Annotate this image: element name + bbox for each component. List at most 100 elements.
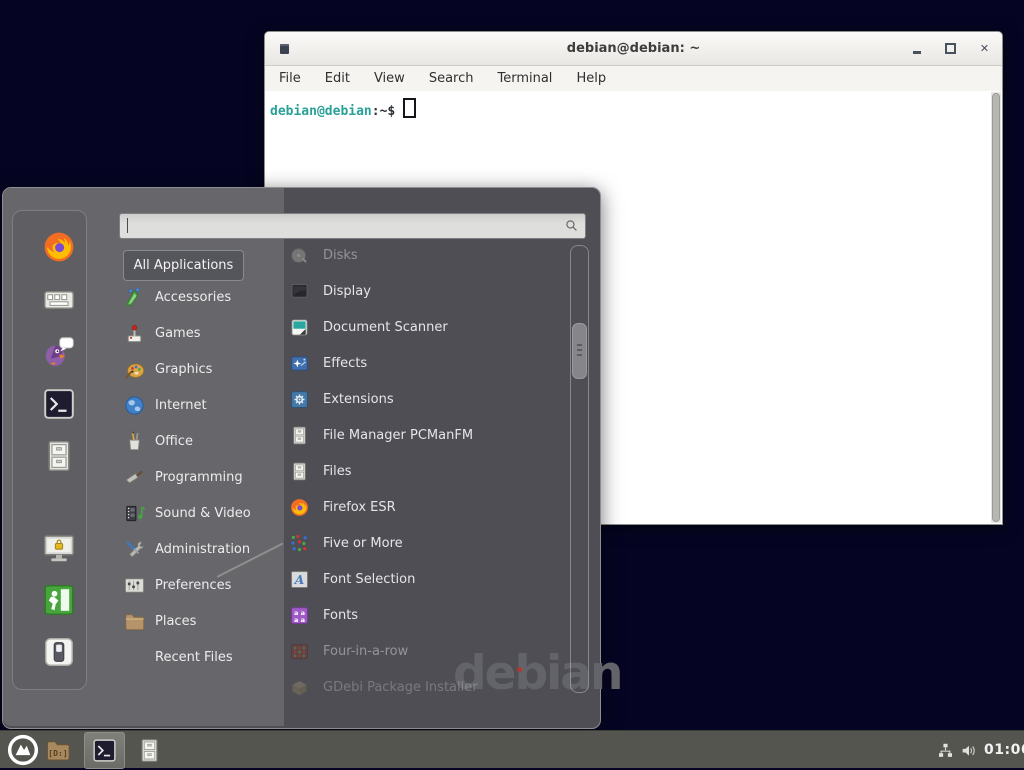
- five-or-more-icon: [289, 533, 310, 554]
- menu-launcher-button[interactable]: [7, 734, 39, 766]
- category-administration[interactable]: Administration: [123, 531, 285, 567]
- terminal-titlebar[interactable]: debian@debian: ~ ✕: [265, 32, 1002, 66]
- app-file-manager-pcmanfm[interactable]: File Manager PCManFM: [289, 417, 572, 453]
- taskbar-window-files[interactable]: [133, 734, 165, 766]
- volume-icon: [959, 741, 979, 760]
- menu-search[interactable]: Search: [429, 71, 474, 86]
- application-list: Disks Display Document Scanner Effects E…: [289, 237, 572, 705]
- category-graphics[interactable]: Graphics: [123, 351, 285, 387]
- app-document-scanner[interactable]: Document Scanner: [289, 309, 572, 345]
- all-applications-button[interactable]: All Applications: [123, 250, 244, 281]
- minimize-button[interactable]: [911, 43, 922, 54]
- administration-icon: [123, 538, 146, 561]
- menu-edit[interactable]: Edit: [325, 71, 350, 86]
- favorite-firefox[interactable]: [41, 229, 77, 265]
- category-games[interactable]: Games: [123, 315, 285, 351]
- firefox-icon: [41, 229, 77, 265]
- app-disks[interactable]: Disks: [289, 237, 572, 273]
- file-cabinet-icon: [289, 461, 310, 482]
- taskbar: 01:06: [0, 730, 1024, 768]
- games-icon: [123, 322, 146, 345]
- terminal-icon: [41, 386, 77, 422]
- prompt-user-host: debian@debian: [270, 104, 372, 119]
- app-display[interactable]: Display: [289, 273, 572, 309]
- volume-tray-icon[interactable]: [959, 741, 979, 760]
- terminal-scrollbar-thumb[interactable]: [992, 93, 1000, 522]
- extensions-icon: [289, 389, 310, 410]
- app-files[interactable]: Files: [289, 453, 572, 489]
- favorite-file-manager[interactable]: [41, 438, 77, 474]
- office-icon: [123, 430, 146, 453]
- close-button[interactable]: ✕: [979, 43, 990, 54]
- app-extensions[interactable]: Extensions: [289, 381, 572, 417]
- preferences-icon: [123, 574, 146, 597]
- menu-help[interactable]: Help: [576, 71, 606, 86]
- category-recent-files[interactable]: Recent Files: [123, 639, 285, 675]
- app-firefox-esr[interactable]: Firefox ESR: [289, 489, 572, 525]
- menu-file[interactable]: File: [279, 71, 301, 86]
- places-folder-icon: [123, 610, 146, 633]
- desktop-folder-launcher[interactable]: [43, 736, 73, 764]
- favorite-pidgin[interactable]: [41, 334, 77, 370]
- effects-icon: [289, 353, 310, 374]
- terminal-title: debian@debian: ~: [265, 32, 1002, 65]
- terminal-icon: [91, 737, 118, 764]
- graphics-icon: [123, 358, 146, 381]
- category-office[interactable]: Office: [123, 423, 285, 459]
- application-menu: debian All Applications Accessories Game…: [2, 187, 601, 729]
- app-font-selection[interactable]: Font Selection: [289, 561, 572, 597]
- app-four-in-a-row[interactable]: Four-in-a-row: [289, 633, 572, 669]
- app-list-scrollbar[interactable]: [570, 245, 589, 693]
- prompt-suffix: :~$: [372, 104, 395, 119]
- category-places[interactable]: Places: [123, 603, 285, 639]
- network-tray-icon[interactable]: [936, 741, 955, 760]
- disks-icon: [289, 245, 310, 266]
- app-gdebi-package-installer[interactable]: GDebi Package Installer: [289, 669, 572, 705]
- network-icon: [936, 741, 955, 760]
- favorite-terminal[interactable]: [41, 386, 77, 422]
- text-caret: [127, 218, 128, 233]
- category-list: Accessories Games Graphics Internet Offi…: [123, 279, 285, 675]
- category-accessories[interactable]: Accessories: [123, 279, 285, 315]
- firefox-icon: [289, 497, 310, 518]
- sound-video-icon: [123, 502, 146, 525]
- accessories-icon: [123, 286, 146, 309]
- terminal-prompt-line: debian@debian:~$: [265, 91, 1002, 119]
- log-out-icon: [41, 582, 77, 618]
- category-internet[interactable]: Internet: [123, 387, 285, 423]
- lock-screen-icon: [41, 530, 77, 566]
- gdebi-icon: [289, 677, 310, 698]
- menu-logo-icon: [7, 734, 39, 766]
- category-preferences[interactable]: Preferences: [123, 567, 285, 603]
- file-cabinet-icon: [41, 438, 77, 474]
- maximize-button[interactable]: [945, 43, 956, 54]
- favorites-sidebar: [12, 210, 87, 690]
- keyboard-icon: [41, 282, 77, 318]
- menu-terminal[interactable]: Terminal: [497, 71, 552, 86]
- file-cabinet-icon: [289, 425, 310, 446]
- favorite-keyboard[interactable]: [41, 282, 77, 318]
- all-applications-label: All Applications: [134, 258, 234, 273]
- terminal-scrollbar[interactable]: [991, 92, 1001, 523]
- terminal-cursor: [403, 98, 416, 118]
- terminal-menubar: File Edit View Search Terminal Help: [265, 66, 1002, 91]
- taskbar-window-terminal[interactable]: [84, 732, 125, 769]
- display-icon: [289, 281, 310, 302]
- four-in-a-row-icon: [289, 641, 310, 662]
- app-list-scrollbar-thumb[interactable]: [572, 323, 587, 379]
- shutdown-button[interactable]: [41, 634, 77, 670]
- internet-icon: [123, 394, 146, 417]
- document-scanner-icon: [289, 317, 310, 338]
- clock[interactable]: 01:06: [984, 731, 1024, 769]
- app-five-or-more[interactable]: Five or More: [289, 525, 572, 561]
- app-fonts[interactable]: Fonts: [289, 597, 572, 633]
- log-out-button[interactable]: [41, 582, 77, 618]
- lock-screen-button[interactable]: [41, 530, 77, 566]
- category-sound-video[interactable]: Sound & Video: [123, 495, 285, 531]
- terminal-window-icon: [280, 44, 289, 54]
- app-effects[interactable]: Effects: [289, 345, 572, 381]
- menu-view[interactable]: View: [374, 71, 405, 86]
- search-input[interactable]: [119, 213, 586, 239]
- programming-icon: [123, 466, 146, 489]
- category-programming[interactable]: Programming: [123, 459, 285, 495]
